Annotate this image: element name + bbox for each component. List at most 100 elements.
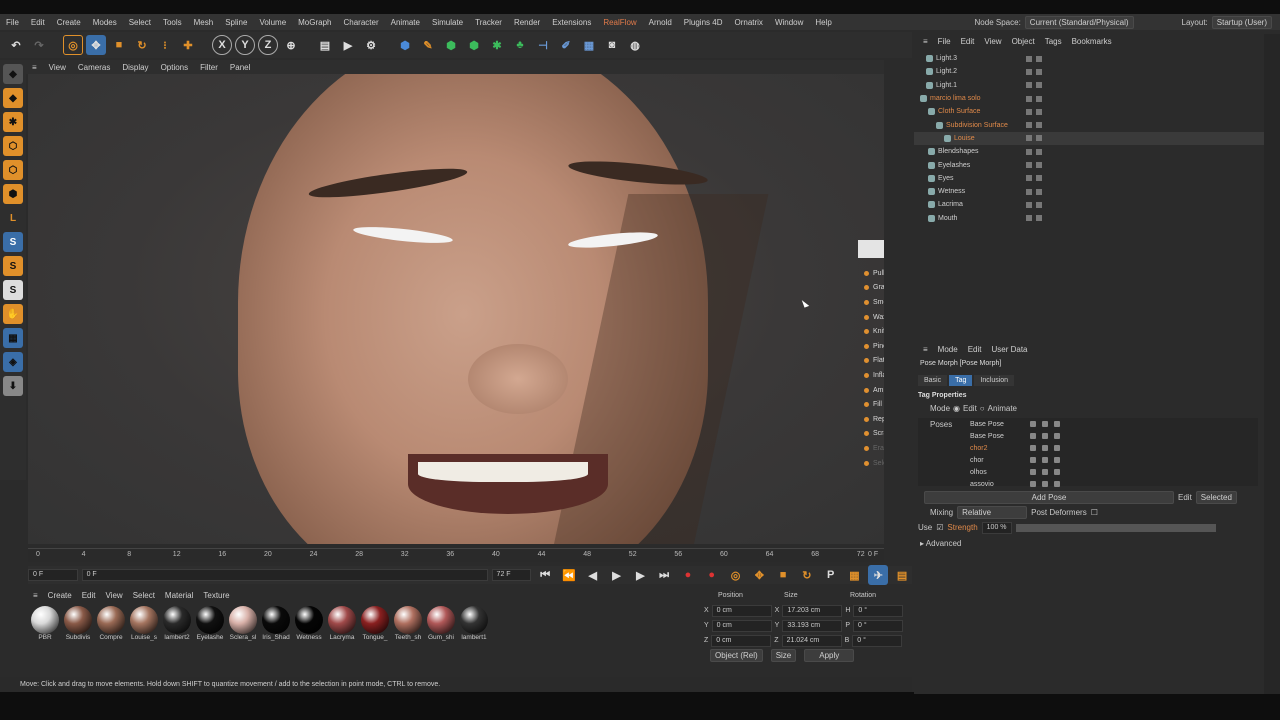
- post-deformers-checkbox[interactable]: ☐: [1091, 508, 1098, 517]
- deformer-icon[interactable]: ⊣: [533, 35, 553, 55]
- cloner-icon[interactable]: ✱: [487, 35, 507, 55]
- mode-edit-radio[interactable]: ◉: [953, 404, 960, 413]
- attribute-menu-item[interactable]: Mode: [933, 345, 963, 354]
- viewport-3d[interactable]: Pull Grab Smooth Wax Knife Pinch Flatten Inflat…: [28, 74, 884, 544]
- record-icon[interactable]: ●: [678, 565, 698, 585]
- object-row[interactable]: Light.2: [914, 65, 1264, 78]
- visibility-toggles[interactable]: [1026, 82, 1042, 89]
- recent-tools-icon[interactable]: ⁝: [155, 35, 175, 55]
- menu-item[interactable]: Tracker: [469, 18, 508, 27]
- attribute-menu-icon[interactable]: ≡: [918, 345, 933, 354]
- floor-icon[interactable]: ▦: [579, 35, 599, 55]
- sculpt-tool[interactable]: Pinch: [858, 339, 884, 354]
- generator-icon[interactable]: ⬢: [464, 35, 484, 55]
- strength-slider[interactable]: [1015, 523, 1216, 532]
- viewport-menu-item[interactable]: Options: [155, 63, 195, 72]
- menu-item[interactable]: Arnold: [643, 18, 678, 27]
- material-swatch[interactable]: Louise_s: [129, 606, 159, 641]
- position-field[interactable]: 0 cm: [711, 604, 772, 617]
- material-swatch[interactable]: Iris_Shad: [261, 606, 291, 641]
- pose-row[interactable]: olhos: [918, 466, 1258, 478]
- field-icon[interactable]: ✐: [556, 35, 576, 55]
- viewport-menu-item[interactable]: Display: [116, 63, 154, 72]
- attribute-tab[interactable]: Tag: [949, 375, 973, 386]
- goto-start-icon[interactable]: ⏮: [535, 565, 555, 585]
- visibility-toggles[interactable]: [1026, 188, 1042, 195]
- light-icon[interactable]: ◍: [625, 35, 645, 55]
- sculpt-tool[interactable]: Amplify: [858, 383, 884, 398]
- download-icon[interactable]: ⬇: [3, 376, 23, 396]
- menu-item[interactable]: Simulate: [426, 18, 469, 27]
- viewport-menu-icon[interactable]: ≡: [26, 63, 43, 72]
- play-icon[interactable]: ▶: [607, 565, 627, 585]
- menu-item[interactable]: Volume: [253, 18, 292, 27]
- object-row[interactable]: Louise: [914, 131, 1264, 146]
- rotation-field[interactable]: 0 °: [853, 619, 904, 632]
- visibility-toggles[interactable]: [1026, 95, 1042, 102]
- visibility-toggles[interactable]: [1026, 135, 1042, 142]
- pose-row[interactable]: Base Pose: [918, 418, 1258, 430]
- position-field[interactable]: 0 cm: [711, 634, 772, 647]
- apply-button[interactable]: Apply: [804, 649, 855, 662]
- material-menu-icon[interactable]: ≡: [28, 591, 43, 600]
- viewport-menu-item[interactable]: Cameras: [72, 63, 116, 72]
- sculpt-tool[interactable]: Knife: [858, 324, 884, 339]
- key-position-icon[interactable]: ✥: [749, 565, 769, 585]
- edges-mode-icon[interactable]: ⬡: [3, 160, 23, 180]
- material-swatch[interactable]: lambert1: [459, 606, 489, 641]
- layout-dropdown[interactable]: Startup (User): [1211, 15, 1272, 29]
- texture-mode-icon[interactable]: ✱: [3, 112, 23, 132]
- cube-icon[interactable]: ⬢: [395, 35, 415, 55]
- material-menu-item[interactable]: Select: [128, 591, 160, 600]
- material-swatch[interactable]: Subdivis: [63, 606, 93, 641]
- material-swatch[interactable]: Teeth_sh: [393, 606, 423, 641]
- object-menu-item[interactable]: Edit: [956, 37, 980, 46]
- pose-row[interactable]: chor2: [918, 442, 1258, 454]
- object-menu-item[interactable]: Bookmarks: [1067, 37, 1117, 46]
- node-space-dropdown[interactable]: Current (Standard/Physical): [1024, 15, 1134, 29]
- sculpt-tool[interactable]: Flatten: [858, 354, 884, 369]
- mograph-icon[interactable]: ♣: [510, 35, 530, 55]
- pen-icon[interactable]: ✎: [418, 35, 438, 55]
- object-row[interactable]: Wetness: [914, 185, 1264, 198]
- object-row[interactable]: Lacrima: [914, 198, 1264, 211]
- use-checkbox[interactable]: ☑: [936, 523, 943, 532]
- menu-item[interactable]: Render: [508, 18, 546, 27]
- max-frame-field[interactable]: 72 F: [491, 569, 532, 581]
- object-menu-item[interactable]: File: [933, 37, 956, 46]
- make-editable-icon[interactable]: ◆: [3, 64, 23, 84]
- move-icon[interactable]: ✥: [86, 35, 106, 55]
- pose-row[interactable]: Base Pose: [918, 430, 1258, 442]
- key-param-icon[interactable]: P: [821, 565, 841, 585]
- snap-settings-icon[interactable]: S: [3, 256, 23, 276]
- menu-item[interactable]: Edit: [25, 18, 51, 27]
- object-row[interactable]: Eyes: [914, 172, 1264, 185]
- pose-row[interactable]: assovio: [918, 478, 1258, 490]
- sculpt-tool[interactable]: Erase: [858, 441, 884, 456]
- material-swatch[interactable]: Compre: [96, 606, 126, 641]
- object-row[interactable]: Light.1: [914, 79, 1264, 92]
- model-mode-icon[interactable]: ◆: [3, 88, 23, 108]
- material-swatch[interactable]: Wetness: [294, 606, 324, 641]
- menu-item[interactable]: Modes: [87, 18, 123, 27]
- undo-icon[interactable]: ↶: [6, 35, 26, 55]
- coord-mode-dropdown[interactable]: Object (Rel): [710, 649, 763, 662]
- material-menu-item[interactable]: View: [100, 591, 127, 600]
- rotation-field[interactable]: 0 °: [852, 634, 903, 647]
- key-pla-icon[interactable]: ▦: [845, 565, 865, 585]
- sculpt-tool[interactable]: Pull: [858, 266, 884, 281]
- visibility-toggles[interactable]: [1026, 108, 1042, 115]
- prev-frame-icon[interactable]: ◀: [583, 565, 603, 585]
- visibility-toggles[interactable]: [1026, 122, 1042, 129]
- attribute-tab[interactable]: Basic: [918, 375, 948, 386]
- menu-item[interactable]: Spline: [219, 18, 253, 27]
- object-row[interactable]: Light.3: [914, 52, 1264, 65]
- workplane-icon[interactable]: L: [3, 208, 23, 228]
- menu-item[interactable]: File: [0, 18, 25, 27]
- sculpt-tool[interactable]: Smooth: [858, 295, 884, 310]
- render-settings-icon[interactable]: ⚙: [361, 35, 381, 55]
- material-menu-item[interactable]: Create: [43, 591, 77, 600]
- key-rotation-icon[interactable]: ↻: [797, 565, 817, 585]
- camera-icon[interactable]: ◙: [602, 35, 622, 55]
- material-swatch[interactable]: Gum_shi: [426, 606, 456, 641]
